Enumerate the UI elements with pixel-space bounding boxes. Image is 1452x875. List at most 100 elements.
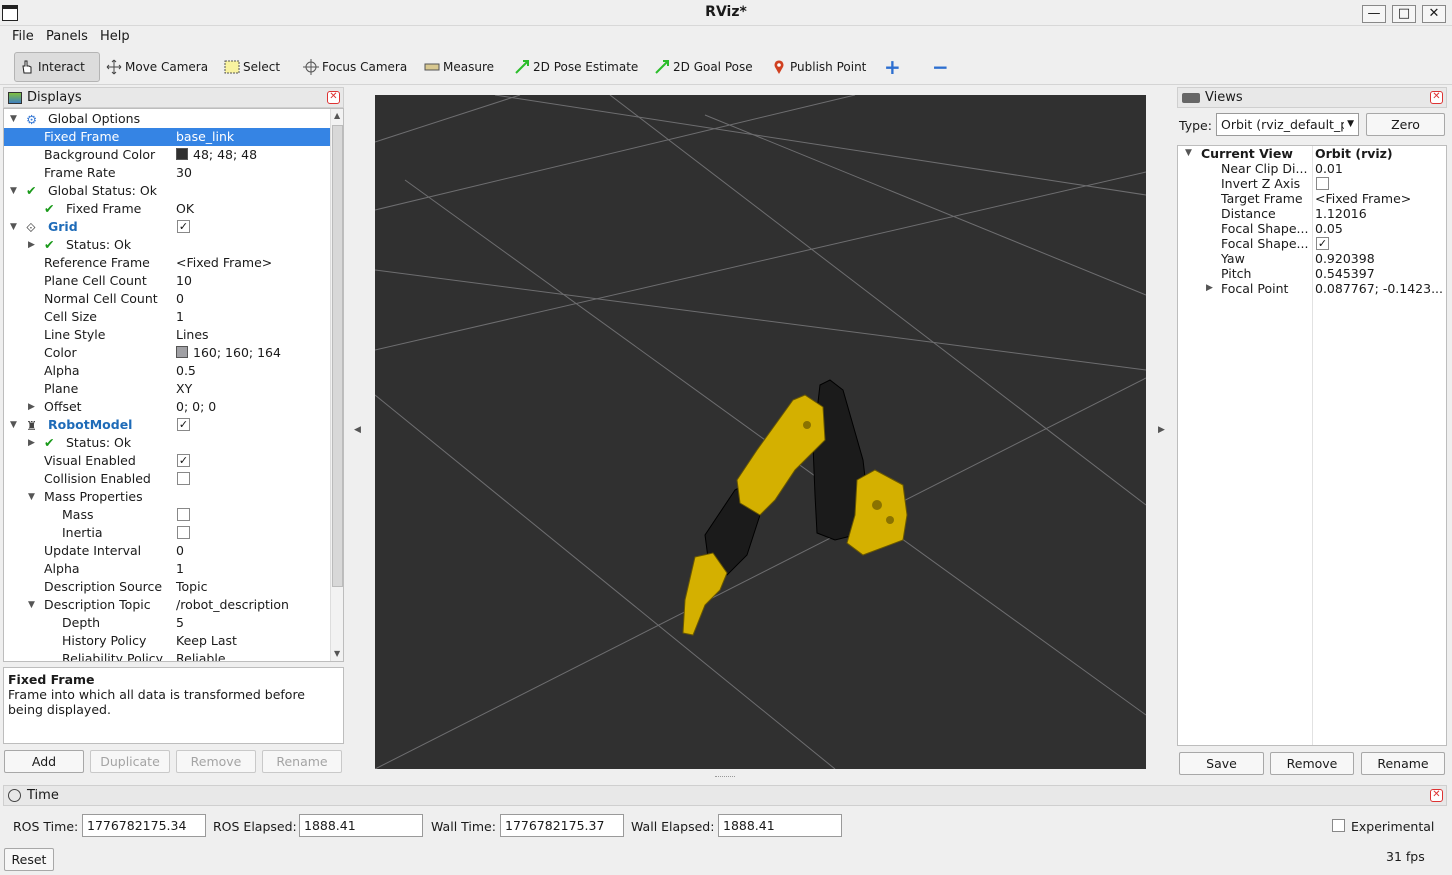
display-checkbox[interactable] [177,472,190,485]
view-row[interactable]: Distance 1.12016 [1178,206,1446,221]
display-row-value[interactable]: OK [176,200,194,218]
view-row[interactable]: Target Frame <Fixed Frame> [1178,191,1446,206]
wall-time-field[interactable]: 1776782175.37 [500,814,624,837]
expand-down-icon[interactable]: ▼ [10,110,17,128]
display-row-value[interactable]: Topic [176,578,207,596]
expand-down-icon[interactable]: ▼ [28,596,35,614]
tool-measure[interactable]: Measure [420,52,498,82]
collapse-right-icon[interactable]: ▶ [1158,425,1165,435]
display-row[interactable]: ▶ ✔ Status: Ok [4,434,330,452]
display-row[interactable]: ▶ Offset 0; 0; 0 [4,398,330,416]
view-row[interactable]: Pitch 0.545397 [1178,266,1446,281]
display-row[interactable]: ▼ Mass Properties [4,488,330,506]
expand-down-icon[interactable]: ▼ [10,218,17,236]
display-row[interactable]: Update Interval 0 [4,542,330,560]
view-row-value[interactable]: 0.087767; -0.1423... [1315,281,1443,296]
views-tree[interactable]: ▼ Current View Orbit (rviz) Near Clip Di...… [1177,145,1447,746]
render-viewport[interactable] [375,95,1146,769]
display-checkbox[interactable]: ✓ [177,220,190,233]
scroll-down-icon[interactable]: ▼ [334,649,340,658]
view-row[interactable]: Focal Shape... ✓ [1178,236,1446,251]
display-row[interactable]: Fixed Frame base_link [4,128,330,146]
display-checkbox[interactable] [177,526,190,539]
display-row-value[interactable]: Reliable [176,650,226,661]
display-row[interactable]: Cell Size 1 [4,308,330,326]
view-row-value[interactable]: 1.12016 [1315,206,1367,221]
view-row-value[interactable]: 0.545397 [1315,266,1375,281]
scroll-up-icon[interactable]: ▲ [334,111,340,120]
display-row-value[interactable]: base_link [176,128,234,146]
view-checkbox[interactable] [1316,177,1329,190]
expand-right-icon[interactable]: ▶ [1206,281,1213,296]
display-row[interactable]: Mass [4,506,330,524]
display-row[interactable]: Color 160; 160; 164 [4,344,330,362]
displays-scrollbar[interactable]: ▲ ▼ [330,109,343,661]
displays-tree[interactable]: ▼ ⚙ Global Options Fixed Frame base_link Back… [3,108,344,662]
display-row[interactable]: Visual Enabled ✓ [4,452,330,470]
display-row-value[interactable]: 0; 0; 0 [176,398,216,416]
save-view-button[interactable]: Save [1179,752,1264,775]
display-row[interactable]: ▼ ⚙ Global Options [4,110,330,128]
display-row-value[interactable]: 48; 48; 48 [176,146,257,164]
display-row-value[interactable]: <Fixed Frame> [176,254,272,272]
display-row-value[interactable]: XY [176,380,192,398]
display-row[interactable]: Line Style Lines [4,326,330,344]
menu-help[interactable]: Help [100,29,130,44]
menu-file[interactable]: File [12,29,34,44]
minimize-button[interactable]: — [1362,5,1386,23]
tool-move-camera[interactable]: Move Camera [102,52,212,82]
display-row[interactable]: ▼ ⟐ Grid ✓ [4,218,330,236]
splitter-handle[interactable] [715,776,735,778]
display-row[interactable]: Reference Frame <Fixed Frame> [4,254,330,272]
display-row-value[interactable]: 5 [176,614,184,632]
display-row-value[interactable]: 160; 160; 164 [176,344,281,362]
tool-publish-point[interactable]: Publish Point [767,52,870,82]
display-row-value[interactable]: 1 [176,308,184,326]
add-tool-button[interactable]: + [880,52,905,82]
wall-elapsed-field[interactable]: 1888.41 [718,814,842,837]
view-type-select[interactable]: Orbit (rviz_default_p ▼ [1216,113,1359,136]
display-row[interactable]: Inertia [4,524,330,542]
remove-view-button[interactable]: Remove [1270,752,1354,775]
display-row[interactable]: History Policy Keep Last [4,632,330,650]
scene-canvas[interactable] [375,95,1146,769]
color-swatch[interactable] [176,346,188,358]
display-checkbox[interactable] [177,508,190,521]
view-row-value[interactable]: 0.920398 [1315,251,1375,266]
expand-down-icon[interactable]: ▼ [10,182,17,200]
rename-display-button[interactable]: Rename [262,750,342,773]
expand-down-icon[interactable]: ▼ [28,488,35,506]
display-row[interactable]: Plane Cell Count 10 [4,272,330,290]
tool-2d-pose-estimate[interactable]: 2D Pose Estimate [510,52,642,82]
close-views-icon[interactable]: ✕ [1430,91,1443,104]
display-row[interactable]: Alpha 0.5 [4,362,330,380]
display-row[interactable]: ▼ ♜ RobotModel ✓ [4,416,330,434]
expand-right-icon[interactable]: ▶ [28,236,35,254]
zero-view-button[interactable]: Zero [1366,113,1445,136]
view-row[interactable]: Focal Shape... 0.05 [1178,221,1446,236]
display-row[interactable]: ▼ ✔ Global Status: Ok [4,182,330,200]
display-row[interactable]: Background Color 48; 48; 48 [4,146,330,164]
display-row[interactable]: Normal Cell Count 0 [4,290,330,308]
view-row[interactable]: Yaw 0.920398 [1178,251,1446,266]
display-row-value[interactable]: 0 [176,290,184,308]
tool-select[interactable]: Select [220,52,284,82]
display-row-value[interactable]: 0.5 [176,362,196,380]
tool-interact[interactable]: Interact [14,52,100,82]
display-row[interactable]: ▼ Description Topic/robot_description [4,596,330,614]
display-row[interactable]: Description Source Topic [4,578,330,596]
color-swatch[interactable] [176,148,188,160]
display-row-value[interactable]: Keep Last [176,632,237,650]
view-row-value[interactable]: 0.01 [1315,161,1343,176]
remove-display-button[interactable]: Remove [176,750,256,773]
display-row[interactable]: ✔ Fixed Frame OK [4,200,330,218]
display-row[interactable]: ▶ ✔ Status: Ok [4,236,330,254]
display-row[interactable]: Alpha 1 [4,560,330,578]
expand-right-icon[interactable]: ▶ [28,434,35,452]
remove-tool-button[interactable]: − [928,52,953,82]
display-row[interactable]: Plane XY [4,380,330,398]
maximize-button[interactable]: □ [1392,5,1416,23]
duplicate-display-button[interactable]: Duplicate [90,750,170,773]
display-row-value[interactable]: 30 [176,164,192,182]
view-row-value[interactable]: 0.05 [1315,221,1343,236]
